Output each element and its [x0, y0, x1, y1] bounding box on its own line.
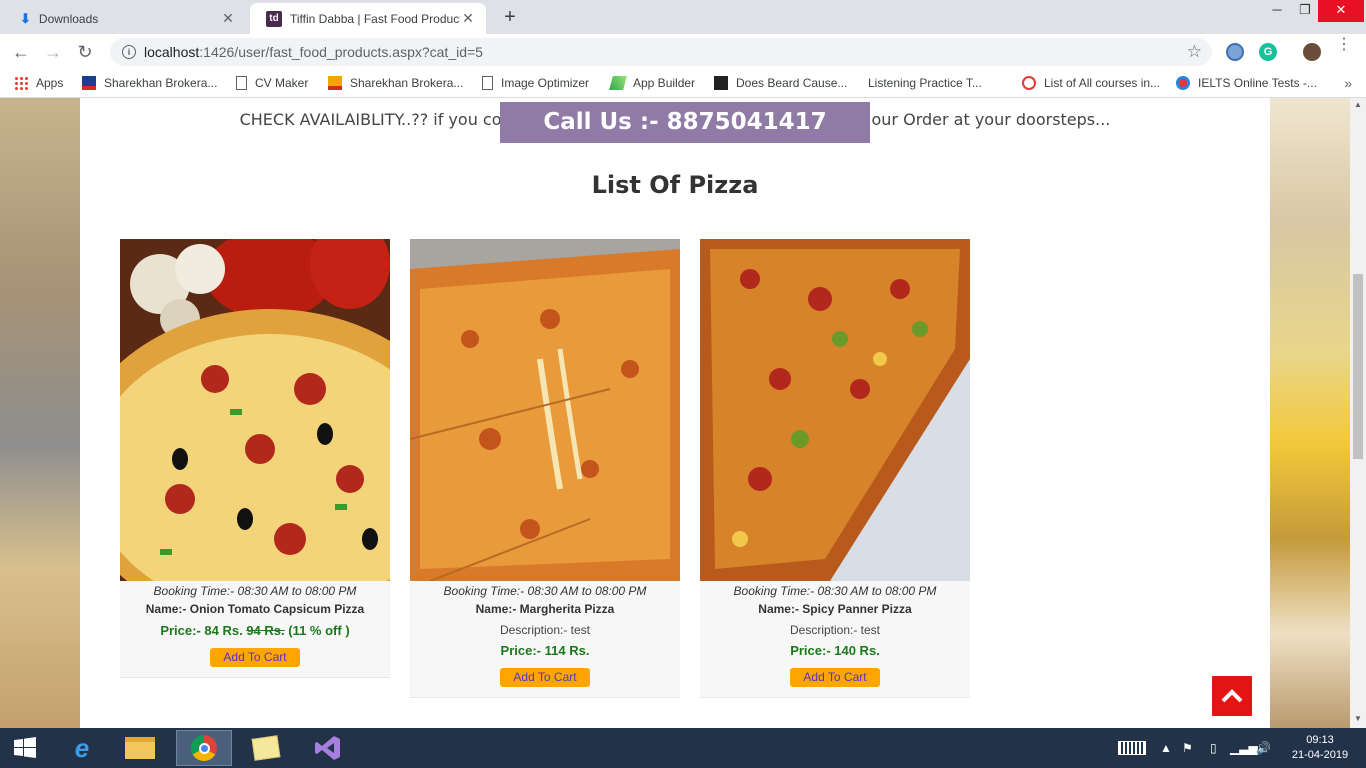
- bookmark-apps[interactable]: Apps: [14, 76, 63, 90]
- scroll-down-arrow-icon[interactable]: ▼: [1353, 714, 1363, 724]
- bookmark-ielts[interactable]: IELTS Online Tests -...: [1176, 76, 1317, 90]
- ielts-icon: [1176, 76, 1190, 90]
- pizza-image[interactable]: [410, 239, 680, 581]
- close-tab-icon[interactable]: ✕: [460, 10, 476, 27]
- page-viewport: CHECK AVAILAIBLITY..?? if you co our Orde…: [0, 98, 1350, 728]
- more-bookmarks-icon[interactable]: »: [1344, 75, 1352, 91]
- tab-title: Downloads: [38, 11, 99, 26]
- page-title: List Of Pizza: [591, 171, 759, 199]
- bookmark-listening[interactable]: Listening Practice T...: [868, 76, 982, 90]
- product-card: Booking Time:- 08:30 AM to 08:00 PM Name…: [700, 239, 970, 698]
- product-name: Name:- Spicy Panner Pizza: [758, 602, 912, 616]
- browser-toolbar: ← → ↻ i localhost:1426/user/fast_food_pr…: [0, 34, 1366, 70]
- background-image-right: [1270, 98, 1350, 728]
- product-card: Booking Time:- 08:30 AM to 08:00 PM Name…: [120, 239, 390, 678]
- windows-logo-icon: [14, 737, 36, 758]
- product-price: Price:- 84 Rs. 94 Rs. (11 % off ): [160, 623, 350, 638]
- scroll-up-arrow-icon[interactable]: ▲: [1353, 100, 1363, 110]
- product-description: Description:- test: [789, 623, 881, 637]
- call-us-banner: Call Us :- 8875041417: [500, 102, 870, 143]
- site-icon: [714, 76, 728, 90]
- clock-date: 21-04-2019: [1291, 749, 1349, 761]
- minimize-button[interactable]: ─: [1262, 0, 1292, 22]
- page-icon: [482, 76, 493, 90]
- forward-button[interactable]: →: [40, 40, 66, 64]
- bookmark-courses[interactable]: List of All courses in...: [1022, 76, 1160, 90]
- bookmark-image-optimizer[interactable]: Image Optimizer: [482, 76, 589, 90]
- product-price: Price:- 140 Rs.: [790, 643, 880, 658]
- page-scrollbar[interactable]: ▲ ▼: [1350, 98, 1366, 728]
- tab-title: Tiffin Dabba | Fast Food Products: [290, 11, 460, 26]
- signal-icon[interactable]: ▁▃▅: [1230, 728, 1258, 768]
- site-info-icon[interactable]: i: [122, 45, 136, 59]
- scrollbar-thumb[interactable]: [1353, 274, 1363, 459]
- pizza-image[interactable]: [120, 239, 390, 581]
- sharekhan-icon: [82, 76, 96, 90]
- product-card: Booking Time:- 08:30 AM to 08:00 PM Name…: [410, 239, 680, 698]
- restore-button[interactable]: ❐: [1290, 0, 1320, 22]
- windows-taskbar: e ▲ ⚑ ▯ ▁▃▅ 🔊 09:13 21-04-2019: [0, 728, 1366, 768]
- bookmark-beard[interactable]: Does Beard Cause...: [714, 76, 847, 90]
- clock-time: 09:13: [1306, 734, 1334, 746]
- internet-explorer-icon[interactable]: e: [54, 730, 110, 766]
- new-tab-button[interactable]: +: [498, 6, 522, 28]
- content-panel: CHECK AVAILAIBLITY..?? if you co our Orde…: [80, 98, 1270, 728]
- add-to-cart-button[interactable]: Add To Cart: [790, 668, 880, 687]
- product-price: Price:- 114 Rs.: [500, 643, 590, 658]
- booking-time: Booking Time:- 08:30 AM to 08:00 PM: [733, 584, 937, 598]
- tab-strip: ⬇ Downloads ✕ td Tiffin Dabba | Fast Foo…: [0, 0, 1366, 34]
- product-name: Name:- Onion Tomato Capsicum Pizza: [145, 602, 365, 616]
- product-name: Name:- Margherita Pizza: [475, 602, 615, 616]
- grammarly-icon[interactable]: G: [1259, 43, 1277, 61]
- bookmark-sharekhan-1[interactable]: Sharekhan Brokera...: [82, 76, 217, 90]
- keyboard-icon[interactable]: [1118, 728, 1146, 768]
- bookmark-star-icon[interactable]: ☆: [1187, 42, 1202, 62]
- tab-tiffin-dabba[interactable]: td Tiffin Dabba | Fast Food Products ✕: [250, 3, 486, 34]
- chrome-taskbar-icon[interactable]: [176, 730, 232, 766]
- windows-start-button[interactable]: [0, 730, 50, 766]
- bookmark-app-builder[interactable]: App Builder: [609, 76, 695, 90]
- background-image-left: [0, 98, 80, 728]
- bookmarks-bar: Apps Sharekhan Brokera... CV Maker Share…: [0, 70, 1366, 98]
- system-clock[interactable]: 09:13 21-04-2019: [1290, 733, 1350, 763]
- add-to-cart-button[interactable]: Add To Cart: [210, 648, 300, 667]
- menu-dots-icon[interactable]: ⋮: [1336, 37, 1352, 53]
- show-hidden-icons-icon[interactable]: ▲: [1160, 728, 1172, 768]
- action-center-flag-icon[interactable]: ⚑: [1182, 728, 1193, 768]
- product-description: Description:- test: [499, 623, 591, 637]
- sticky-notes-icon[interactable]: [238, 730, 294, 766]
- battery-icon[interactable]: ▯: [1210, 728, 1217, 768]
- pizza-image[interactable]: [700, 239, 970, 581]
- url-path: :1426/user/fast_food_products.aspx?cat_i…: [199, 44, 483, 60]
- file-explorer-icon[interactable]: [112, 730, 168, 766]
- scroll-to-top-button[interactable]: [1212, 676, 1252, 716]
- close-tab-icon[interactable]: ✕: [220, 10, 236, 27]
- original-price: 94 Rs.: [246, 623, 285, 638]
- bookmark-sharekhan-2[interactable]: Sharekhan Brokera...: [328, 76, 463, 90]
- reload-button[interactable]: ↻: [72, 40, 98, 64]
- download-icon: ⬇: [20, 10, 31, 26]
- back-button[interactable]: ←: [8, 40, 34, 64]
- address-bar[interactable]: i localhost:1426/user/fast_food_products…: [110, 38, 1212, 66]
- app-builder-icon: [609, 76, 627, 90]
- courses-icon: [1022, 76, 1036, 90]
- url-host: localhost: [144, 44, 200, 60]
- chevron-up-icon: [1221, 689, 1243, 703]
- bookmark-cv-maker[interactable]: CV Maker: [236, 76, 308, 90]
- profile-avatar[interactable]: [1303, 43, 1321, 61]
- booking-time: Booking Time:- 08:30 AM to 08:00 PM: [443, 584, 647, 598]
- extension-icon[interactable]: [1226, 43, 1244, 61]
- td-favicon-icon: td: [266, 10, 282, 27]
- sharekhan-icon: [328, 76, 342, 90]
- page-icon: [236, 76, 247, 90]
- tab-downloads[interactable]: ⬇ Downloads ✕: [4, 3, 246, 34]
- visual-studio-icon[interactable]: [300, 730, 356, 766]
- close-window-button[interactable]: ✕: [1318, 0, 1364, 22]
- add-to-cart-button[interactable]: Add To Cart: [500, 668, 590, 687]
- booking-time: Booking Time:- 08:30 AM to 08:00 PM: [153, 584, 357, 598]
- volume-icon[interactable]: 🔊: [1256, 728, 1271, 768]
- apps-grid-icon: [14, 76, 28, 90]
